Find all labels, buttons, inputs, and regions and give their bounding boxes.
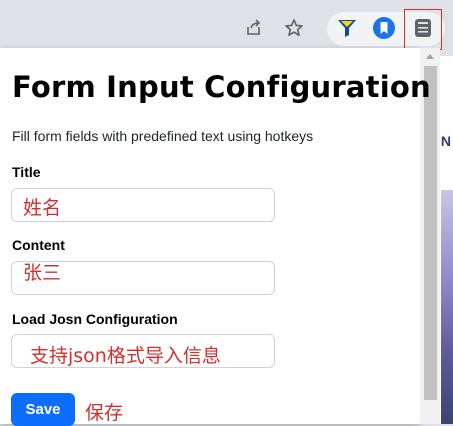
- popup-title: Form Input Configuration: [12, 70, 431, 104]
- share-icon[interactable]: [240, 14, 268, 42]
- scroll-up-arrow-icon[interactable]: [426, 54, 434, 59]
- content-label: Content: [12, 237, 65, 253]
- title-label: Title: [12, 164, 41, 180]
- save-annotation: 保存: [85, 402, 124, 424]
- star-icon[interactable]: [280, 14, 308, 42]
- bookmark-extension-icon[interactable]: [370, 14, 398, 42]
- highlight-box: [404, 9, 442, 50]
- save-button[interactable]: Save: [11, 393, 75, 426]
- scrollbar-thumb[interactable]: [424, 66, 437, 400]
- json-config-annotation: 支持json格式导入信息: [30, 345, 221, 367]
- background-page-image: [441, 190, 453, 424]
- json-config-label: Load Josn Configuration: [12, 311, 178, 327]
- popup-subtitle: Fill form fields with predefined text us…: [12, 128, 314, 144]
- filter-extension-icon[interactable]: [333, 14, 361, 42]
- content-annotation: 张三: [23, 262, 62, 284]
- title-annotation: 姓名: [23, 197, 62, 219]
